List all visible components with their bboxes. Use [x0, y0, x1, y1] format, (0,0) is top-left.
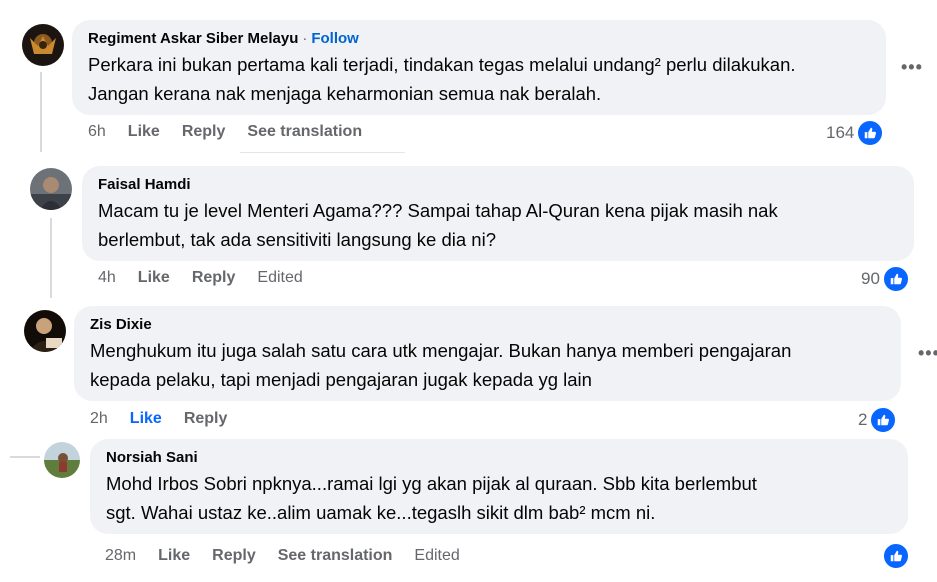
thread-line	[10, 456, 40, 458]
reply-button[interactable]: Reply	[192, 269, 236, 287]
reply-button[interactable]: Reply	[212, 547, 256, 565]
comment-author[interactable]: Faisal Hamdi	[98, 175, 900, 194]
comment-author[interactable]: Norsiah Sani	[106, 448, 894, 467]
comment-text: Perkara ini bukan pertama kali terjadi, …	[88, 54, 796, 75]
reaction-count: 2	[858, 410, 868, 429]
comment-text: Jangan kerana nak menjaga keharmonian se…	[88, 83, 602, 104]
avatar[interactable]	[22, 24, 64, 66]
reaction-summary[interactable]	[880, 542, 910, 570]
thumbs-up-icon	[856, 119, 885, 147]
comment-text: Menghukum itu juga salah satu cara utk m…	[90, 340, 792, 361]
thread-line	[40, 72, 42, 152]
like-button[interactable]: Like	[138, 269, 170, 287]
comment-text: kepada pelaku, tapi menjadi pengajaran j…	[90, 369, 592, 390]
comment-actions: 28m Like Reply See translation Edited	[105, 547, 482, 565]
reaction-summary[interactable]: 90	[861, 265, 910, 293]
thumbs-up-icon	[869, 406, 898, 434]
avatar[interactable]	[30, 168, 72, 210]
follow-button[interactable]: Follow	[311, 30, 359, 47]
reaction-summary[interactable]: 2	[858, 406, 898, 434]
comment-author[interactable]: Zis Dixie	[90, 315, 887, 334]
timestamp[interactable]: 28m	[105, 547, 136, 565]
see-translation-button[interactable]: See translation	[278, 547, 393, 565]
comment-bubble: Regiment Askar Siber Melayu · Follow Perka…	[72, 20, 886, 115]
comment-bubble: Faisal Hamdi Macam tu je level Menteri A…	[82, 166, 914, 261]
comment-author[interactable]: Regiment Askar Siber Melayu	[88, 30, 298, 47]
comment-actions: 6h Like Reply See translation	[88, 123, 384, 141]
thumbs-up-icon	[881, 265, 910, 293]
timestamp[interactable]: 6h	[88, 123, 106, 141]
comment-bubble: Norsiah Sani Mohd Irbos Sobri npknya...r…	[90, 439, 908, 534]
comment-actions: 2h Like Reply	[90, 410, 249, 428]
divider	[240, 152, 405, 153]
reaction-count: 90	[861, 269, 880, 288]
avatar[interactable]	[24, 310, 66, 352]
edited-label[interactable]: Edited	[257, 269, 302, 287]
more-options-icon[interactable]: •••	[901, 57, 923, 78]
like-button[interactable]: Like	[158, 547, 190, 565]
comment-actions: 4h Like Reply Edited	[98, 269, 325, 287]
timestamp[interactable]: 2h	[90, 410, 108, 428]
comment-text: sgt. Wahai ustaz ke..alim uamak ke...teg…	[106, 502, 656, 523]
like-button[interactable]: Like	[130, 410, 162, 428]
like-button[interactable]: Like	[128, 123, 160, 141]
separator-dot: ·	[302, 30, 308, 47]
comment-text: Mohd Irbos Sobri npknya...ramai lgi yg a…	[106, 473, 757, 494]
more-options-icon[interactable]: •••	[918, 343, 937, 364]
edited-label[interactable]: Edited	[414, 547, 459, 565]
see-translation-button[interactable]: See translation	[247, 123, 362, 141]
avatar[interactable]	[44, 442, 80, 478]
comment-text: berlembut, tak ada sensitiviti langsung …	[98, 229, 496, 250]
reply-button[interactable]: Reply	[182, 123, 226, 141]
thread-line	[50, 218, 52, 298]
comment-text: Macam tu je level Menteri Agama??? Sampa…	[98, 200, 778, 221]
comment-bubble: Zis Dixie Menghukum itu juga salah satu …	[74, 306, 901, 401]
reaction-count: 164	[826, 123, 855, 142]
timestamp[interactable]: 4h	[98, 269, 116, 287]
reaction-summary[interactable]: 164	[826, 119, 885, 147]
reply-button[interactable]: Reply	[184, 410, 228, 428]
thumbs-up-icon	[882, 542, 910, 570]
